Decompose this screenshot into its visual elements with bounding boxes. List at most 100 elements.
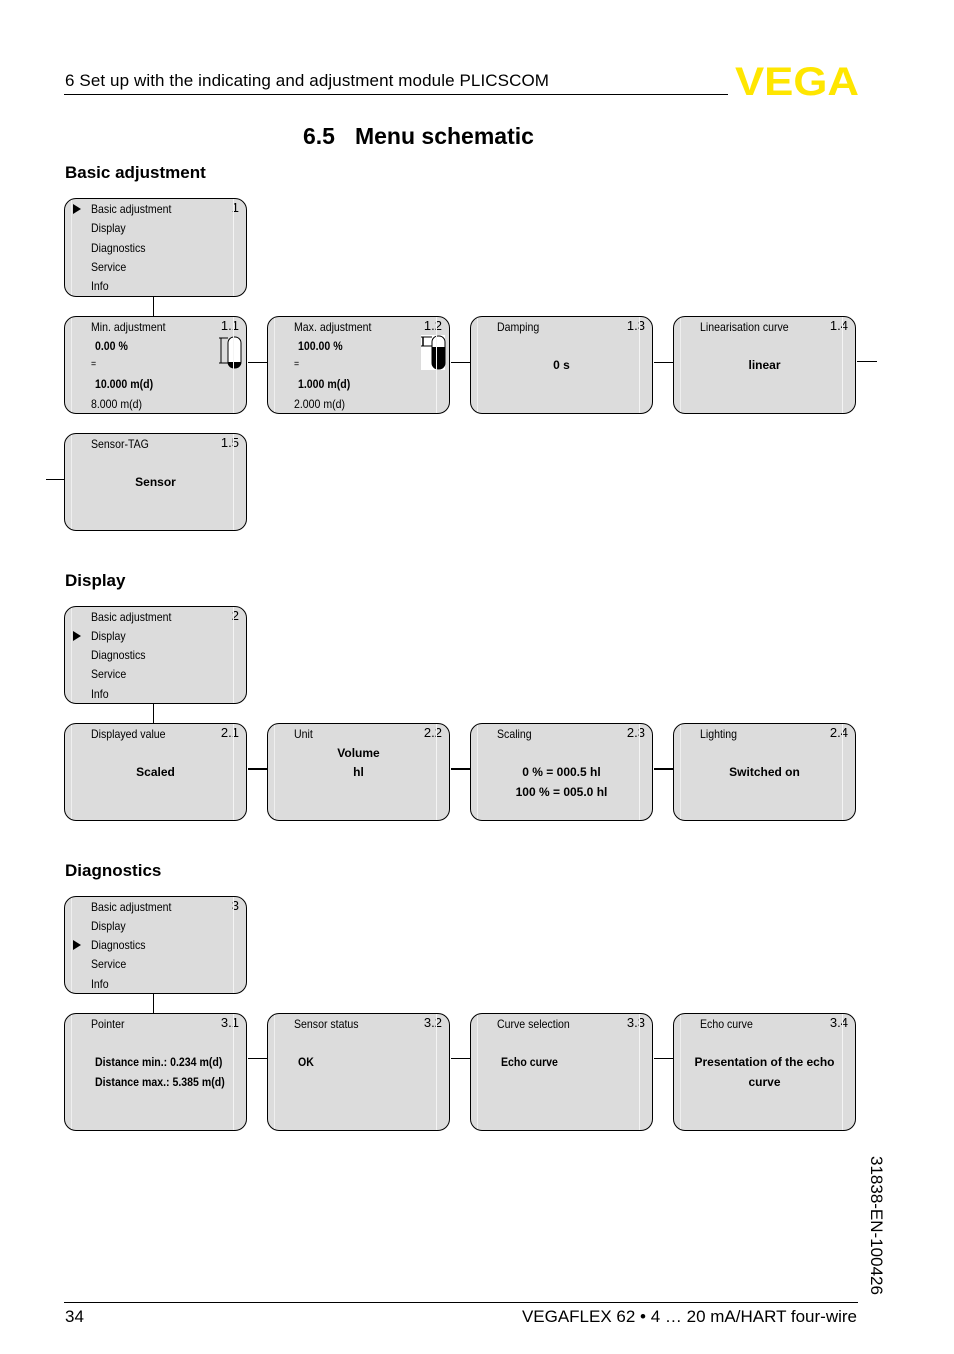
menu-box-basic-adjustment[interactable]: Basic adjustment Display Diagnostics Ser… <box>64 198 247 297</box>
menu-item[interactable]: Diagnostics <box>91 648 146 662</box>
menu-item[interactable]: Basic adjustment <box>91 610 171 624</box>
min-percent-value[interactable]: 0.00 % <box>95 339 128 353</box>
box-unit[interactable]: Unit 2.2 Volume hl <box>267 723 450 821</box>
damping-value[interactable]: 0 s <box>471 358 652 372</box>
menu-item[interactable]: Display <box>91 629 126 643</box>
menu-box-display[interactable]: Basic adjustment Display Diagnostics Ser… <box>64 606 247 704</box>
box-title: Sensor-TAG <box>91 437 149 451</box>
section-title: 6.5 Menu schematic <box>303 123 534 150</box>
menu-item[interactable]: Diagnostics <box>91 241 146 255</box>
menu-item[interactable]: Basic adjustment <box>91 202 171 216</box>
box-curve-selection[interactable]: Curve selection 3.3 Echo curve <box>470 1013 653 1131</box>
connector-line <box>153 297 154 316</box>
sensor-status-value: OK <box>298 1055 314 1069</box>
menu-item[interactable]: Basic adjustment <box>91 900 171 914</box>
scaling-max-value[interactable]: 100 % = 005.0 hl <box>471 785 652 799</box>
unit-value[interactable]: hl <box>268 765 449 779</box>
section-number: 6.5 <box>303 123 335 149</box>
selection-arrow-icon <box>73 631 81 641</box>
connector-line <box>248 768 268 770</box>
box-max-adjustment[interactable]: Max. adjustment 1.2 100.00 % = 1.000 m(d… <box>267 316 450 414</box>
product-name: VEGAFLEX 62 • 4 … 20 mA/HART four-wire <box>521 1307 857 1326</box>
menu-number: 2 <box>231 608 239 623</box>
connector-line <box>451 1058 471 1059</box>
distance-max-value: Distance max.: 5.385 m(d) <box>95 1075 225 1089</box>
box-number: 3.2 <box>423 1015 442 1030</box>
menu-item[interactable]: Service <box>91 957 126 971</box>
document-id: 31838-EN-100426 <box>867 1156 886 1295</box>
menu-item[interactable]: Diagnostics <box>91 938 146 952</box>
vega-logo: VEGA <box>735 64 859 98</box>
box-title: Min. adjustment <box>91 320 166 334</box>
box-displayed-value[interactable]: Displayed value 2.1 Scaled <box>64 723 247 821</box>
max-distance-value[interactable]: 1.000 m(d) <box>298 377 350 391</box>
box-echo-curve[interactable]: Echo curve 3.4 Presentation of the echo … <box>673 1013 856 1131</box>
box-title: Echo curve <box>700 1017 753 1031</box>
box-title: Unit <box>294 727 313 741</box>
menu-item[interactable]: Info <box>91 977 109 991</box>
box-number: 2.3 <box>626 725 645 740</box>
connector-line <box>654 768 674 770</box>
connector-line <box>248 362 268 363</box>
heading-diagnostics: Diagnostics <box>65 861 162 880</box>
equals-sign: = <box>294 359 300 370</box>
box-title: Scaling <box>497 727 532 741</box>
min-distance-value[interactable]: 10.000 m(d) <box>95 377 153 391</box>
unit-type-value[interactable]: Volume <box>268 746 449 760</box>
box-number: 2.2 <box>423 725 442 740</box>
connector-line <box>654 1058 674 1059</box>
linearisation-value[interactable]: linear <box>674 358 855 372</box>
box-number: 3.4 <box>829 1015 848 1030</box>
connector-line <box>46 479 65 480</box>
menu-item[interactable]: Service <box>91 260 126 274</box>
box-number: 1.4 <box>829 318 848 333</box>
menu-item[interactable]: Display <box>91 919 126 933</box>
connector-line <box>451 362 471 363</box>
page-number: 34 <box>65 1307 84 1326</box>
box-title: Damping <box>497 320 540 334</box>
box-pointer[interactable]: Pointer 3.1 Distance min.: 0.234 m(d) Di… <box>64 1013 247 1131</box>
box-lighting[interactable]: Lighting 2.4 Switched on <box>673 723 856 821</box>
lighting-value[interactable]: Switched on <box>674 765 855 779</box>
box-min-adjustment[interactable]: Min. adjustment 1.1 0.00 % = 10.000 m(d)… <box>64 316 247 414</box>
sensor-tag-value[interactable]: Sensor <box>65 475 246 489</box>
header-rule <box>64 94 728 95</box>
menu-item[interactable]: Service <box>91 667 126 681</box>
min-current-distance: 8.000 m(d) <box>91 397 143 411</box>
distance-min-value: Distance min.: 0.234 m(d) <box>95 1055 223 1069</box>
box-title: Pointer <box>91 1017 125 1031</box>
connector-line <box>654 362 674 363</box>
max-percent-value[interactable]: 100.00 % <box>298 339 343 353</box>
connector-line <box>857 361 877 362</box>
heading-basic-adjustment: Basic adjustment <box>65 163 206 182</box>
connector-line <box>153 704 154 724</box>
menu-box-diagnostics[interactable]: Basic adjustment Display Diagnostics Ser… <box>64 896 247 994</box>
menu-item[interactable]: Info <box>91 279 109 293</box>
box-title: Displayed value <box>91 727 166 741</box>
tank-empty-icon <box>219 336 242 369</box>
box-sensor-tag[interactable]: Sensor-TAG 1.5 Sensor <box>64 433 247 531</box>
connector-line <box>451 768 471 770</box>
echo-curve-description-line1: Presentation of the echo <box>694 1055 835 1069</box>
scaling-min-value[interactable]: 0 % = 000.5 hl <box>471 765 652 779</box>
curve-selection-value[interactable]: Echo curve <box>501 1055 558 1069</box>
displayed-value[interactable]: Scaled <box>65 765 246 779</box>
box-scaling[interactable]: Scaling 2.3 0 % = 000.5 hl 100 % = 005.0… <box>470 723 653 821</box>
box-title: Max. adjustment <box>294 320 372 334</box>
tank-full-icon <box>421 335 446 370</box>
selection-arrow-icon <box>73 204 81 214</box>
menu-number: 3 <box>231 898 239 913</box>
menu-item[interactable]: Display <box>91 221 126 235</box>
box-number: 1.2 <box>423 318 442 333</box>
box-sensor-status[interactable]: Sensor status 3.2 OK <box>267 1013 450 1131</box>
menu-number: 1 <box>231 200 239 215</box>
box-number: 2.1 <box>220 725 239 740</box>
equals-sign: = <box>91 359 97 370</box>
chapter-header: 6 Set up with the indicating and adjustm… <box>65 71 550 90</box>
section-title-text: Menu schematic <box>354 123 534 149</box>
box-title: Sensor status <box>294 1017 359 1031</box>
selection-arrow-icon <box>73 940 81 950</box>
menu-item[interactable]: Info <box>91 687 109 701</box>
box-linearisation-curve[interactable]: Linearisation curve 1.4 linear <box>673 316 856 414</box>
box-damping[interactable]: Damping 1.3 0 s <box>470 316 653 414</box>
